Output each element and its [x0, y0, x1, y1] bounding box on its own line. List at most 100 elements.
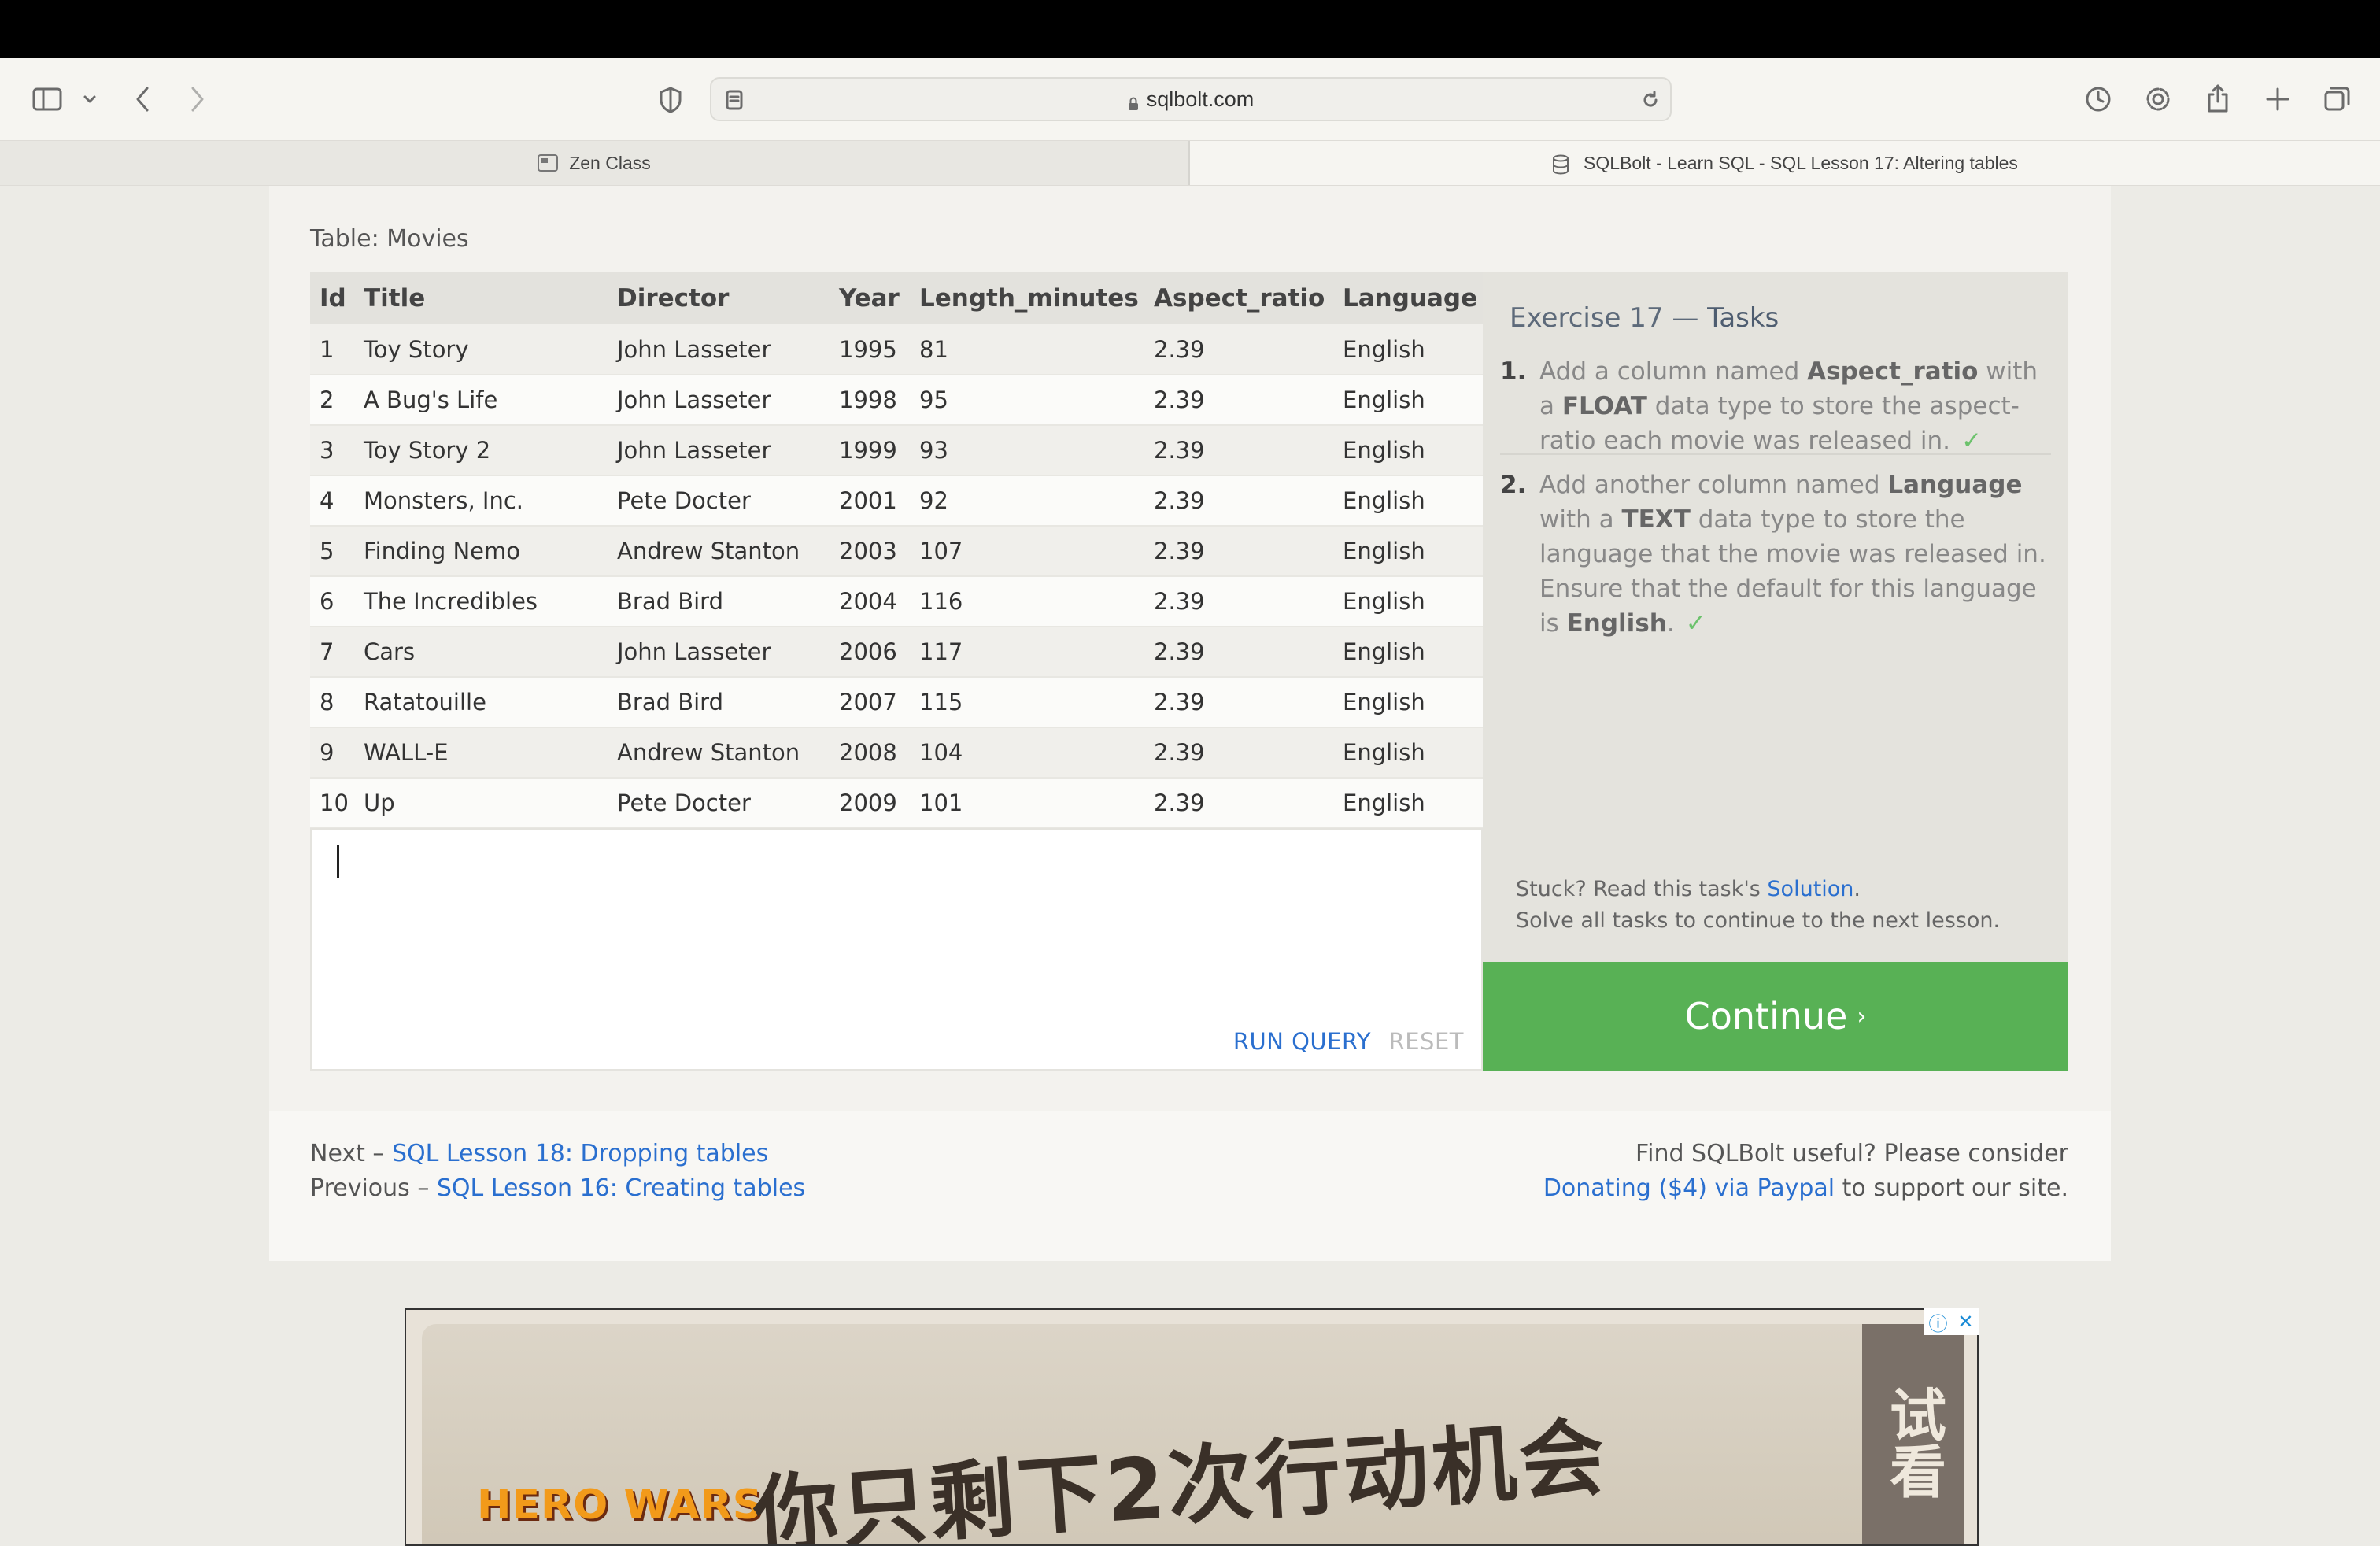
table-cell: 2.39 [1144, 475, 1333, 527]
reload-icon[interactable] [1639, 88, 1662, 112]
table-cell: 2001 [830, 475, 910, 527]
sidebar-toggle-icon[interactable] [31, 83, 65, 115]
table-cell: English [1333, 425, 1483, 476]
column-header: Aspect_ratio [1144, 272, 1333, 324]
table-cell: English [1333, 627, 1483, 678]
previous-lesson-link[interactable]: SQL Lesson 16: Creating tables [437, 1174, 805, 1202]
reset-button[interactable]: RESET [1389, 1028, 1464, 1055]
url-display[interactable]: sqlbolt.com [711, 79, 1670, 120]
browser-toolbar: sqlbolt.com [0, 58, 2380, 140]
run-query-button[interactable]: RUN QUERY [1233, 1028, 1371, 1055]
share-icon[interactable] [2201, 80, 2235, 117]
lock-icon [1128, 92, 1139, 110]
table-row: 1 Toy Story John Lasseter 1995 81 2.39 English [310, 324, 1483, 375]
table-cell: John Lasseter [608, 627, 830, 678]
tab-sqlbolt[interactable]: SQLBolt - Learn SQL - SQL Lesson 17: Alt… [1190, 141, 2380, 185]
table-cell: 81 [910, 324, 1144, 375]
zen-class-favicon-icon [538, 154, 559, 172]
ad-close-icon[interactable]: ✕ [1957, 1311, 1973, 1333]
table-cell: Toy Story 2 [354, 425, 608, 476]
table-cell: English [1333, 475, 1483, 527]
next-lesson: Next – SQL Lesson 18: Dropping tables [310, 1140, 769, 1167]
donate-notice: Find SQLBolt useful? Please consider Don… [1543, 1140, 2068, 1202]
table-cell: 2.39 [1144, 778, 1333, 829]
check-icon: ✓ [1685, 609, 1706, 638]
table-cell: 107 [910, 526, 1144, 577]
url-text: sqlbolt.com [1146, 87, 1255, 111]
table-cell: 1 [310, 324, 354, 375]
table-cell: 2.39 [1144, 526, 1333, 577]
table-cell: 10 [310, 778, 354, 829]
history-icon[interactable] [2081, 82, 2116, 117]
table-row: 9 WALL-E Andrew Stanton 2008 104 2.39 English [310, 727, 1483, 779]
table-cell: John Lasseter [608, 324, 830, 375]
table-cell: 6 [310, 576, 354, 627]
table-cell: Pete Docter [608, 475, 830, 527]
table-cell: 2.39 [1144, 576, 1333, 627]
forward-icon[interactable] [184, 82, 211, 117]
table-cell: 2009 [830, 778, 910, 829]
donate-link[interactable]: Donating ($4) via Paypal [1543, 1174, 1835, 1202]
exercise-tasks-panel: Exercise 17 — Tasks 1. Add a column name… [1483, 272, 2068, 962]
tab-label: Zen Class [569, 152, 651, 173]
new-tab-icon[interactable] [2260, 82, 2295, 117]
column-header: Length_minutes [910, 272, 1144, 324]
table-cell: English [1333, 375, 1483, 426]
table-cell: 2007 [830, 677, 910, 728]
table-cell: 2.39 [1144, 425, 1333, 476]
table-cell: 8 [310, 677, 354, 728]
stuck-hint: Stuck? Read this task's Solution. [1516, 877, 1861, 901]
column-header: Director [608, 272, 830, 324]
table-cell: English [1333, 677, 1483, 728]
table-cell: 2006 [830, 627, 910, 678]
tab-bar: Zen Class SQLBolt - Learn SQL - SQL Less… [0, 140, 2380, 186]
table-cell: 7 [310, 627, 354, 678]
next-lesson-link[interactable]: SQL Lesson 18: Dropping tables [392, 1140, 768, 1167]
advertisement-banner[interactable]: HERO WARS 你只剩下2次行动机会 试看 [405, 1308, 1979, 1546]
table-cell: 92 [910, 475, 1144, 527]
continue-button[interactable]: Continue › [1483, 962, 2068, 1071]
back-icon[interactable] [129, 82, 156, 117]
table-cell: Cars [354, 627, 608, 678]
table-cell: Brad Bird [608, 576, 830, 627]
table-cell: John Lasseter [608, 375, 830, 426]
column-header: Id [310, 272, 354, 324]
movies-table: Id Title Director Year Length_minutes As… [310, 272, 1483, 829]
table-cell: Toy Story [354, 324, 608, 375]
tab-label: SQLBolt - Learn SQL - SQL Lesson 17: Alt… [1584, 152, 2018, 173]
lesson-navigation: Next – SQL Lesson 18: Dropping tables Pr… [310, 1137, 805, 1206]
solution-link[interactable]: Solution [1767, 877, 1853, 901]
table-cell: Andrew Stanton [608, 727, 830, 779]
task-number: 2. [1500, 471, 1527, 499]
table-cell: 2008 [830, 727, 910, 779]
table-cell: Monsters, Inc. [354, 475, 608, 527]
task-number: 1. [1500, 357, 1527, 386]
table-cell: WALL-E [354, 727, 608, 779]
query-editor[interactable]: RUN QUERY RESET [310, 828, 1483, 1071]
table-cell: 116 [910, 576, 1144, 627]
chevron-down-icon[interactable] [79, 90, 101, 109]
solve-all-hint: Solve all tasks to continue to the next … [1516, 908, 2001, 933]
task-item: 1. Add a column named Aspect_ratio with … [1500, 354, 2051, 455]
table-row: 4 Monsters, Inc. Pete Docter 2001 92 2.39 Engl… [310, 475, 1483, 527]
table-cell: English [1333, 576, 1483, 627]
address-bar[interactable]: sqlbolt.com [710, 77, 1672, 121]
ad-info-icon[interactable]: ⓘ [1928, 1308, 1947, 1336]
table-row: 8 Ratatouille Brad Bird 2007 115 2.39 English [310, 677, 1483, 728]
table-cell: 115 [910, 677, 1144, 728]
table-cell: Andrew Stanton [608, 526, 830, 577]
exercise-title: Exercise 17 — Tasks [1510, 302, 1779, 334]
table-cell: 9 [310, 727, 354, 779]
tab-overview-icon[interactable] [2320, 82, 2355, 117]
table-cell: 104 [910, 727, 1144, 779]
ad-headline: 你只剩下2次行动机会 [750, 1408, 1611, 1546]
privacy-shield-icon[interactable] [656, 85, 685, 115]
table-row: 2A Bug's Life John Lasseter 1998 95 2.39 Engl… [310, 375, 1483, 426]
table-cell: 4 [310, 475, 354, 527]
task-text: Add a column named Aspect_ratio with a F… [1539, 357, 2038, 455]
text-caret [337, 845, 339, 878]
table-cell: 5 [310, 526, 354, 577]
settings-gear-icon[interactable] [2141, 82, 2175, 117]
column-header: Title [354, 272, 608, 324]
tab-zen-class[interactable]: Zen Class [0, 141, 1190, 185]
